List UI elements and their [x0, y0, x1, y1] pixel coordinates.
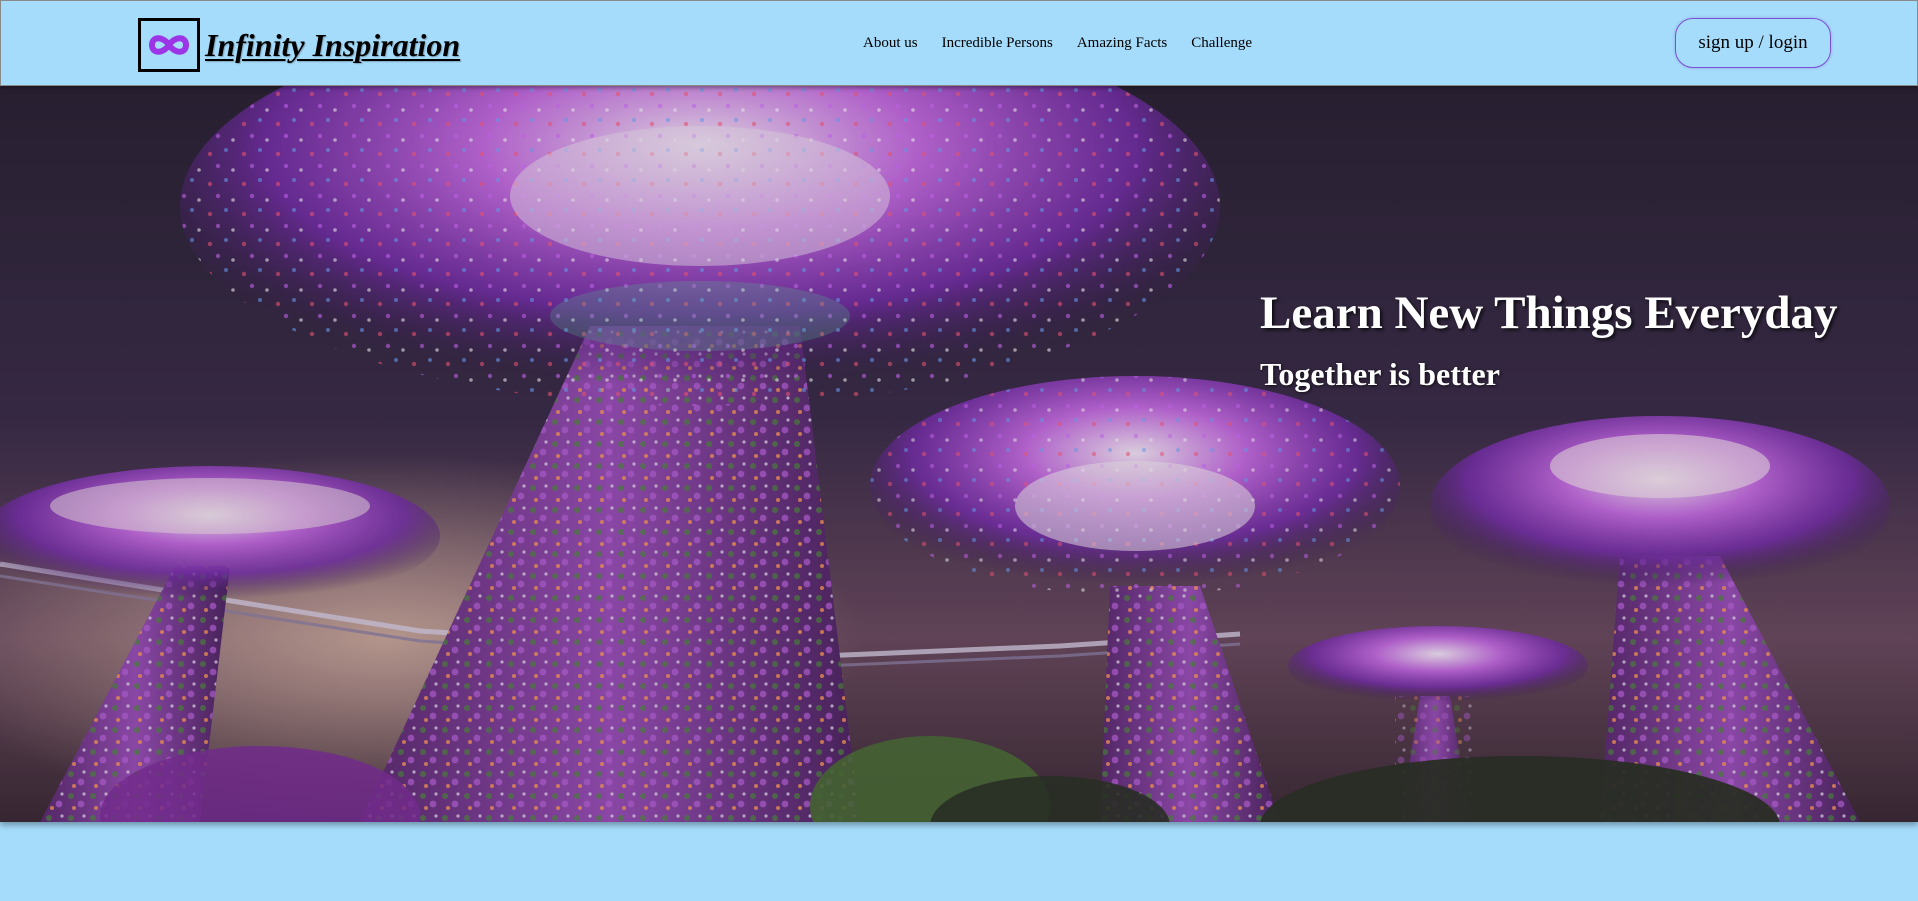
hero-image	[0, 86, 1918, 822]
hero-subtitle: Together is better	[1260, 356, 1500, 392]
infinity-icon	[149, 35, 189, 55]
logo	[138, 18, 200, 72]
nav-amazing-facts[interactable]: Amazing Facts	[1077, 35, 1167, 52]
brand-name: Infinity Inspiration	[205, 26, 461, 63]
navbar: Infinity Inspiration About us Incredible…	[0, 0, 1918, 86]
nav-incredible-persons[interactable]: Incredible Persons	[942, 35, 1053, 52]
nav-challenge[interactable]: Challenge	[1191, 35, 1252, 52]
nav-about-us[interactable]: About us	[863, 35, 918, 52]
main-nav: About us Incredible Persons Amazing Fact…	[863, 35, 1252, 52]
hero-banner: Learn New Things Everyday Together is be…	[0, 86, 1918, 822]
brand-link[interactable]: Infinity Inspiration	[138, 18, 460, 72]
hero-title: Learn New Things Everyday	[1260, 287, 1838, 339]
signup-login-button[interactable]: sign up / login	[1675, 18, 1831, 68]
